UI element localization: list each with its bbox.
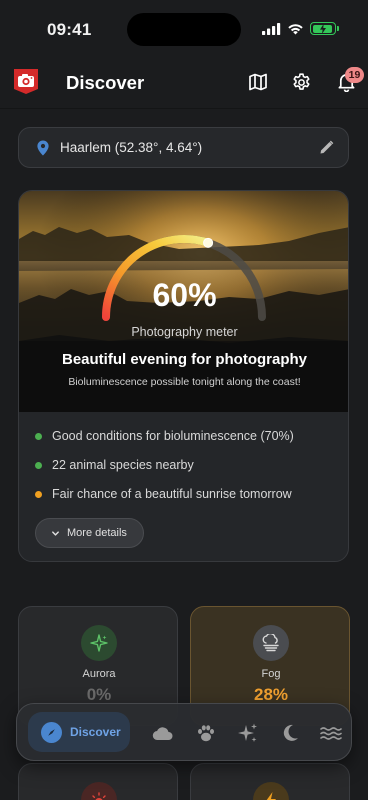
page-title: Discover <box>66 72 145 93</box>
status-dot <box>35 461 42 469</box>
nav-item-tides[interactable] <box>320 722 342 744</box>
compass-icon <box>41 721 62 743</box>
camera-logo-icon[interactable] <box>12 67 40 95</box>
cellular-signal-icon <box>262 22 281 35</box>
cloud-icon <box>152 727 173 741</box>
map-icon <box>249 73 267 91</box>
gauge-knob <box>203 237 214 248</box>
nav-item-weather[interactable] <box>152 722 174 744</box>
location-bar[interactable]: Haarlem (52.38°, 4.64°) <box>18 127 349 168</box>
tile-icon-bg <box>253 625 289 661</box>
status-dot <box>35 490 42 498</box>
location-text: Haarlem (52.38°, 4.64°) <box>60 140 203 155</box>
tile-icon-bg <box>81 625 117 661</box>
chevron-down-icon <box>52 530 59 536</box>
sunrise-icon <box>92 792 106 800</box>
meter-label: Photography meter <box>131 325 238 339</box>
tile-icon-bg <box>81 782 117 800</box>
map-button[interactable] <box>246 70 270 94</box>
tile-partial[interactable] <box>190 763 350 800</box>
app-header: Discover <box>0 58 368 108</box>
settings-button[interactable] <box>289 70 313 94</box>
nav-item-discover[interactable]: Discover <box>28 712 130 752</box>
lightning-icon <box>266 792 276 800</box>
photography-meter-card: 60% Photography meter Beautiful evening … <box>18 190 349 562</box>
meter-subtitle: Bioluminescence possible tonight along t… <box>68 376 301 388</box>
battery-icon <box>310 22 339 35</box>
tile-icon-bg <box>253 782 289 800</box>
hero-image: 60% Photography meter Beautiful evening … <box>19 191 348 412</box>
status-icons <box>262 22 339 35</box>
fog-icon <box>262 634 279 652</box>
pencil-icon[interactable] <box>319 140 334 155</box>
tile-name: Aurora <box>82 668 116 680</box>
dynamic-island <box>127 13 241 46</box>
bottom-navigation: Discover <box>16 703 352 761</box>
nav-item-label: Discover <box>70 725 121 739</box>
wifi-icon <box>288 23 303 34</box>
meter-value: 60% <box>152 277 217 313</box>
sparkles-icon <box>238 723 257 742</box>
moon-icon <box>283 724 298 741</box>
tile-name: Fog <box>261 668 281 680</box>
status-bar: 09:41 <box>0 0 368 58</box>
nav-item-phenomena[interactable] <box>237 722 259 744</box>
sparkle-icon <box>90 634 108 652</box>
notification-badge: 19 <box>345 67 364 83</box>
waves-icon <box>320 727 342 740</box>
condition-text: 22 animal species nearby <box>52 458 194 472</box>
header-divider <box>0 108 368 109</box>
nav-item-night[interactable] <box>279 722 301 744</box>
condition-text: Fair chance of a beautiful sunrise tomor… <box>52 487 292 501</box>
more-details-label: More details <box>67 527 127 539</box>
tile-value: 0% <box>86 685 112 704</box>
more-details-button[interactable]: More details <box>35 518 144 548</box>
tile-value: 28% <box>253 685 289 704</box>
paw-icon <box>198 725 214 742</box>
tile-partial[interactable] <box>18 763 178 800</box>
status-time: 09:41 <box>47 20 92 39</box>
status-dot <box>35 432 42 440</box>
location-pin-icon <box>37 140 49 155</box>
meter-title: Beautiful evening for photography <box>61 351 307 368</box>
condition-text: Good conditions for bioluminescence (70%… <box>52 429 294 443</box>
nav-item-wildlife[interactable] <box>195 722 217 744</box>
gear-icon <box>292 72 310 90</box>
